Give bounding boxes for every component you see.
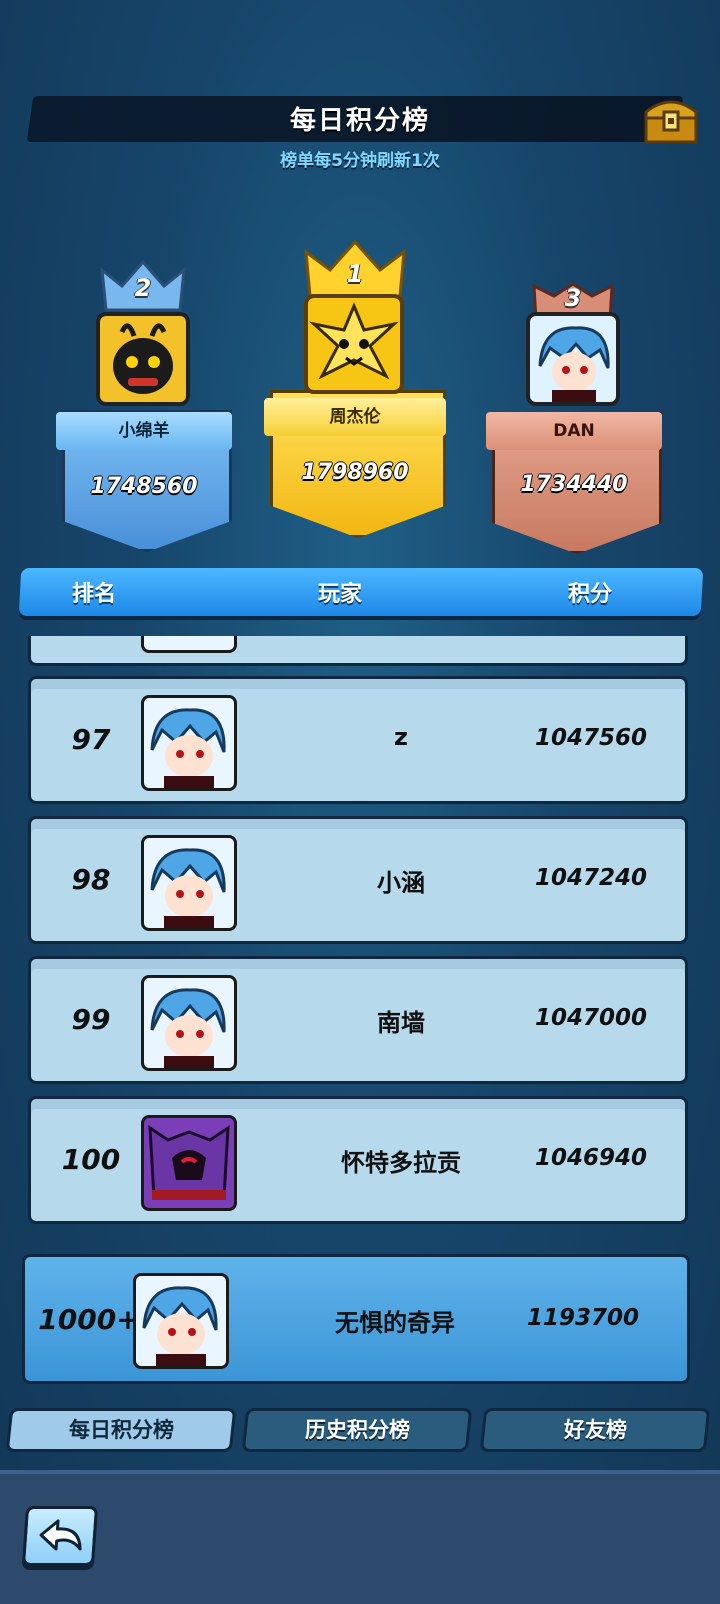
table-row[interactable]: 100 怀特多拉贡 1046940: [28, 1096, 688, 1224]
row-score: 1047000: [534, 1005, 648, 1031]
back-arrow-icon: [39, 1519, 82, 1551]
my-rank-row[interactable]: 1000+ 无惧的奇异 1193700: [22, 1254, 690, 1384]
avatar: [141, 636, 237, 653]
tab-daily-label: 每日积分榜: [68, 1418, 174, 1442]
podium-first[interactable]: 1 周杰伦 1798960: [264, 240, 446, 540]
tab-history-label: 历史积分榜: [304, 1418, 410, 1442]
player-name: 小绵羊: [56, 412, 232, 450]
avatar: [133, 1273, 229, 1369]
avatar: [141, 835, 237, 931]
avatar: [141, 1115, 237, 1211]
column-score: 积分: [568, 582, 613, 607]
player-score: 1748560: [90, 474, 198, 499]
row-score: 1047240: [534, 865, 648, 891]
tab-daily[interactable]: 每日积分榜: [5, 1408, 237, 1452]
player-name: DAN: [486, 412, 662, 450]
avatar: [304, 294, 404, 394]
podium-second[interactable]: 2 小绵羊 1748560: [56, 260, 232, 552]
podium-third[interactable]: 3 DAN 1734440: [486, 282, 662, 562]
bottom-panel: [0, 1470, 720, 1604]
rank-1-label: 1: [346, 260, 364, 288]
row-score: 1047560: [534, 725, 648, 751]
table-row[interactable]: 98 小涵 1047240: [28, 816, 688, 944]
row-rank: 99: [71, 1003, 111, 1036]
row-rank: 100: [61, 1143, 121, 1176]
row-rank: 98: [71, 863, 111, 896]
my-rank: 1000+: [38, 1303, 140, 1336]
leaderboard-list[interactable]: 97 z 1047560 98 小涵 1047240 99 南墙 1047000…: [24, 636, 694, 1252]
treasure-chest-icon[interactable]: [640, 94, 702, 146]
table-row[interactable]: 97 z 1047560: [28, 676, 688, 804]
avatar: [526, 312, 620, 406]
refresh-note: 榜单每5分钟刷新1次: [280, 151, 440, 171]
rank-2-label: 2: [134, 274, 152, 302]
back-button[interactable]: [21, 1506, 99, 1566]
row-rank: 97: [71, 723, 111, 756]
avatar: [141, 975, 237, 1071]
avatar: [96, 312, 190, 406]
row-score: 1046940: [534, 1145, 648, 1171]
avatar: [141, 695, 237, 791]
player-score: 1734440: [520, 472, 628, 497]
rank-3-label: 3: [564, 284, 582, 312]
tab-history[interactable]: 历史积分榜: [241, 1408, 473, 1452]
tab-friends[interactable]: 好友榜: [479, 1408, 711, 1452]
table-row[interactable]: [28, 636, 688, 666]
player-name: 周杰伦: [264, 398, 446, 436]
page-title: 每日积分榜: [289, 106, 430, 136]
tab-friends-label: 好友榜: [563, 1418, 627, 1442]
column-player: 玩家: [318, 582, 363, 607]
player-score: 1798960: [301, 460, 409, 485]
my-score: 1193700: [526, 1305, 640, 1331]
table-row[interactable]: 99 南墙 1047000: [28, 956, 688, 1084]
column-rank: 排名: [72, 582, 117, 607]
